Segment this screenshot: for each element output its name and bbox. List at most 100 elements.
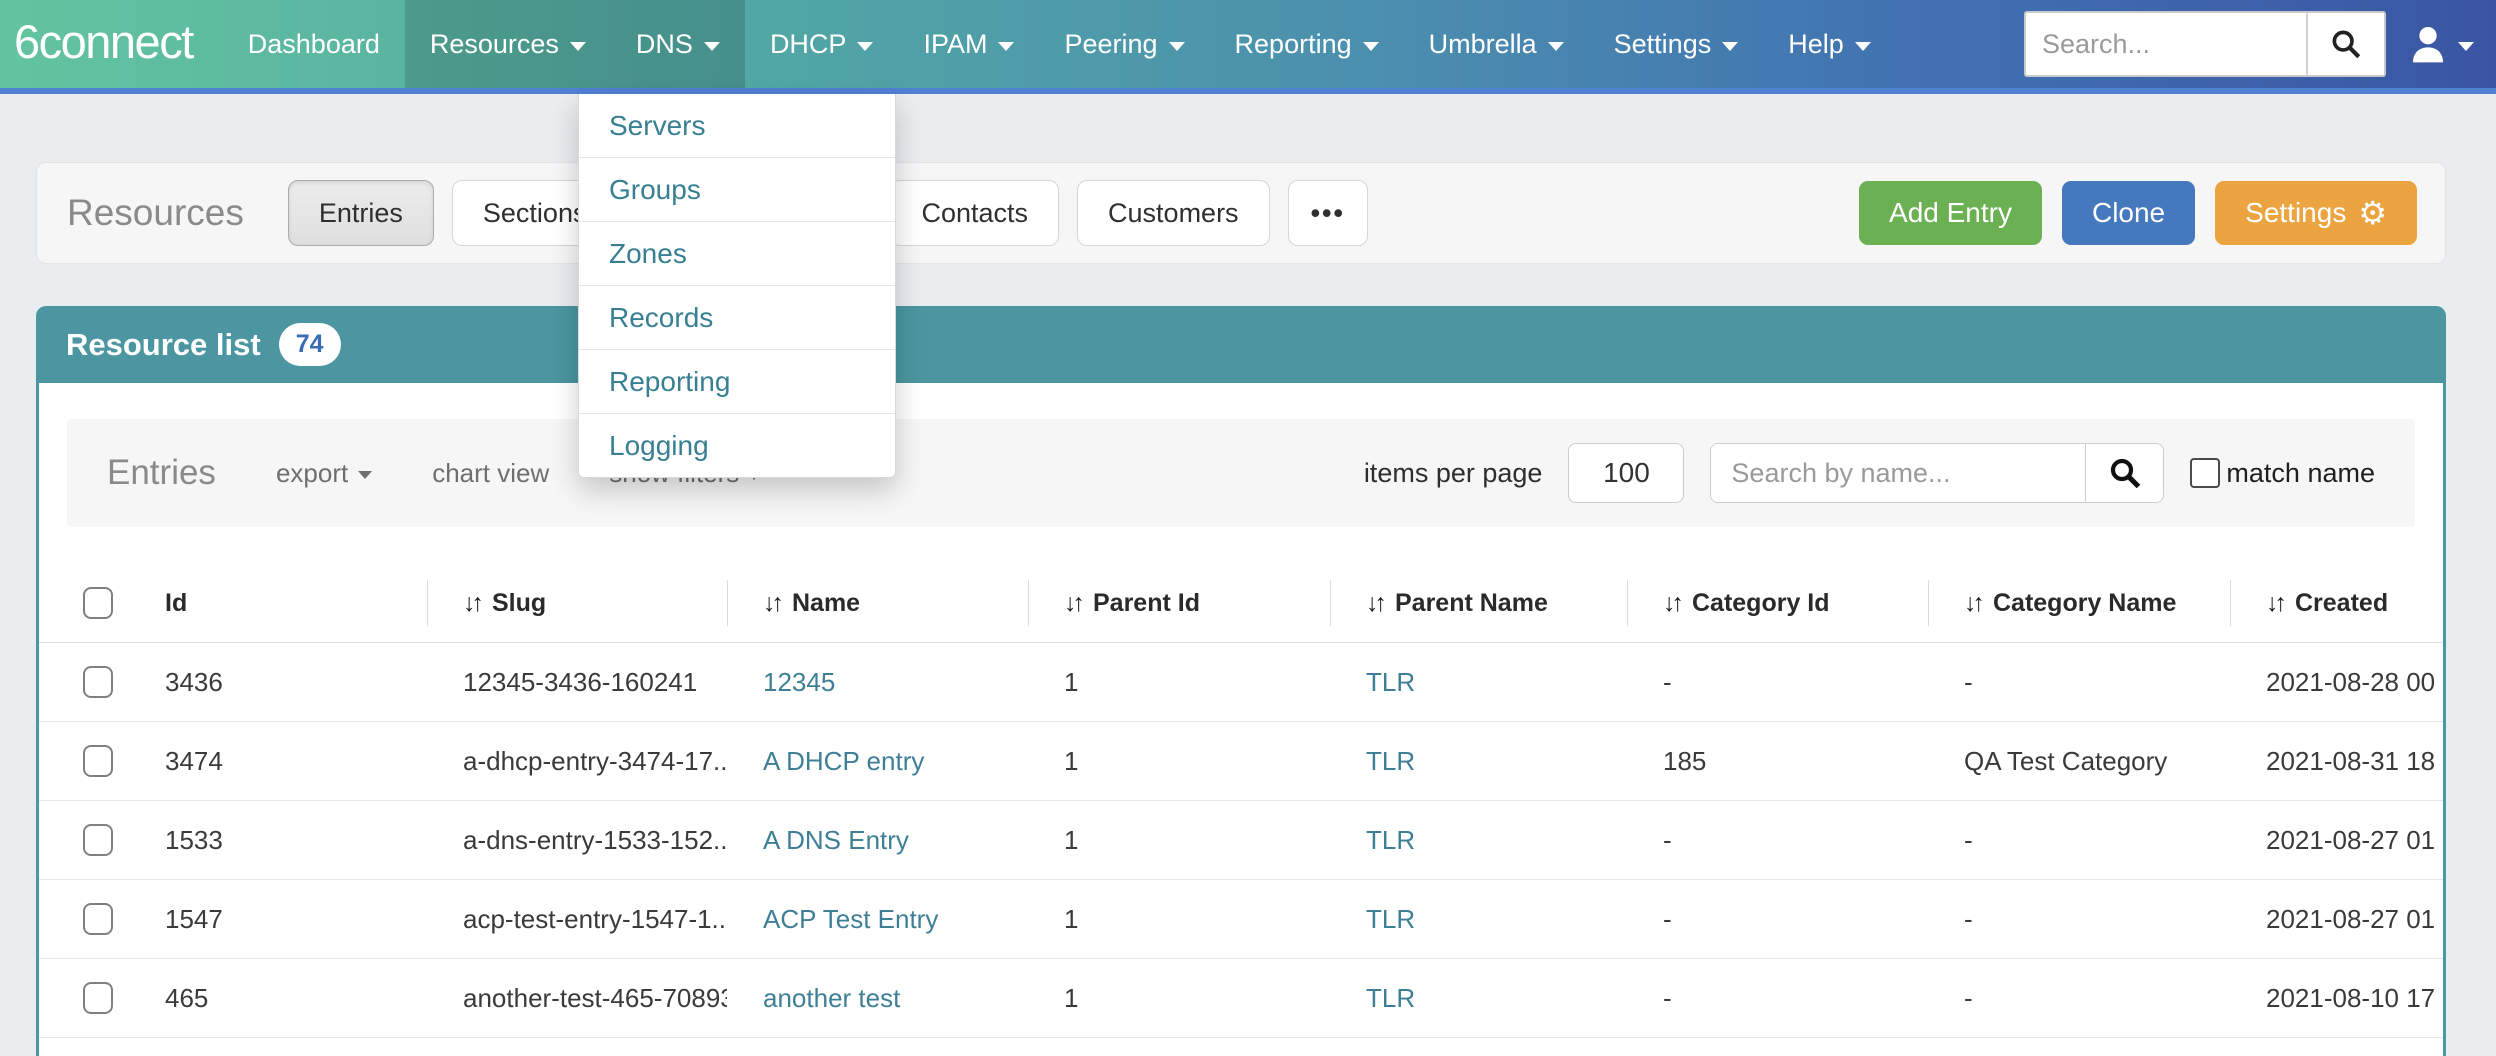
row-checkbox[interactable] <box>83 745 113 777</box>
column-header-parent-name[interactable]: ↓↑Parent Name <box>1330 564 1627 642</box>
cell-name: ACP Test Entry <box>727 880 1028 958</box>
cell-parent-id: 1 <box>1028 722 1330 800</box>
chevron-down-icon <box>1548 42 1564 51</box>
dns-menu-item-servers[interactable]: Servers <box>579 94 895 158</box>
nav-item-settings[interactable]: Settings <box>1589 0 1764 88</box>
cell-parent-id: 1 <box>1028 880 1330 958</box>
dns-menu-item-reporting[interactable]: Reporting <box>579 350 895 414</box>
dns-menu-item-logging[interactable]: Logging <box>579 414 895 477</box>
column-header-created[interactable]: ↓↑Created <box>2230 564 2443 642</box>
chevron-down-icon <box>1722 42 1738 51</box>
cell-category-name: - <box>1928 801 2230 879</box>
dns-menu-item-groups[interactable]: Groups <box>579 158 895 222</box>
parent-name-link[interactable]: TLR <box>1366 667 1415 698</box>
nav-item-label: Peering <box>1064 29 1157 60</box>
chevron-down-icon <box>998 42 1014 51</box>
entries-heading: Entries <box>107 453 216 493</box>
cell-id: 465 <box>149 959 427 1037</box>
cell-parent-id: 1 <box>1028 801 1330 879</box>
column-header-label: Slug <box>492 589 546 618</box>
name-search-input[interactable] <box>1711 444 2085 502</box>
parent-name-link[interactable]: TLR <box>1366 983 1415 1014</box>
toolbar-right: items per page match name <box>1364 443 2375 503</box>
row-checkbox-cell <box>39 722 149 800</box>
column-header-label: Category Id <box>1692 589 1830 618</box>
cell-created: 2021-08-31 18 <box>2230 722 2443 800</box>
header-actions: Add Entry Clone Settings⚙ <box>1859 181 2417 245</box>
cell-slug: another-test-465-70893 <box>427 959 727 1037</box>
sort-icon: ↓↑ <box>1964 589 1981 618</box>
tab-entries[interactable]: Entries <box>288 180 434 246</box>
export-link[interactable]: export <box>276 458 372 489</box>
match-name-checkbox[interactable] <box>2190 458 2220 488</box>
tab-contacts[interactable]: Contacts <box>890 180 1059 246</box>
resource-list-header: Resource list 74 <box>36 306 2446 383</box>
nav-item-ipam[interactable]: IPAM <box>898 0 1039 88</box>
table-header-row: Id↓↑Slug↓↑Name↓↑Parent Id↓↑Parent Name↓↑… <box>39 564 2443 643</box>
tab-customers[interactable]: Customers <box>1077 180 1270 246</box>
table-row: 465another-test-465-70893another test1TL… <box>39 959 2443 1038</box>
items-per-page-input[interactable] <box>1568 443 1684 503</box>
entry-name-link[interactable]: ACP Test Entry <box>763 904 938 935</box>
search-icon <box>2107 455 2143 491</box>
nav-item-label: Settings <box>1614 29 1712 60</box>
entry-name-link[interactable]: A DHCP entry <box>763 746 924 777</box>
clone-button[interactable]: Clone <box>2062 181 2195 245</box>
global-search-button[interactable] <box>2306 13 2384 75</box>
user-menu[interactable] <box>2408 22 2474 66</box>
entry-name-link[interactable]: another test <box>763 983 900 1014</box>
add-entry-button[interactable]: Add Entry <box>1859 181 2042 245</box>
user-icon <box>2408 22 2448 66</box>
entry-name-link[interactable]: 12345 <box>763 667 835 698</box>
nav-item-resources[interactable]: Resources <box>405 0 611 88</box>
column-header-parent-id[interactable]: ↓↑Parent Id <box>1028 564 1330 642</box>
parent-name-link[interactable]: TLR <box>1366 904 1415 935</box>
brand-logo[interactable]: 6connect <box>0 14 223 75</box>
row-checkbox[interactable] <box>83 982 113 1014</box>
column-header-name[interactable]: ↓↑Name <box>727 564 1028 642</box>
dns-menu-item-records[interactable]: Records <box>579 286 895 350</box>
row-checkbox[interactable] <box>83 824 113 856</box>
chart-view-link[interactable]: chart view <box>432 458 549 489</box>
row-checkbox[interactable] <box>83 903 113 935</box>
cell-created: 2021-08-28 00 <box>2230 643 2443 721</box>
nav-item-peering[interactable]: Peering <box>1039 0 1209 88</box>
table-row: 343612345-3436-160241123451TLR--2021-08-… <box>39 643 2443 722</box>
main-nav: Dashboard Resources DNSDHCP IPAM Peering Repo… <box>223 0 1896 88</box>
select-all-checkbox[interactable] <box>83 587 113 619</box>
tab-more[interactable]: ••• <box>1288 180 1368 246</box>
nav-item-dashboard[interactable]: Dashboard <box>223 0 405 88</box>
chevron-down-icon <box>704 42 720 51</box>
cell-name: A DHCP entry <box>727 722 1028 800</box>
column-header-category-id[interactable]: ↓↑Category Id <box>1627 564 1928 642</box>
column-header-category-name[interactable]: ↓↑Category Name <box>1928 564 2230 642</box>
cell-category-id: 185 <box>1627 722 1928 800</box>
nav-item-label: Resources <box>430 29 559 60</box>
entry-name-link[interactable]: A DNS Entry <box>763 825 909 856</box>
nav-item-help[interactable]: Help <box>1763 0 1896 88</box>
cell-id: 3436 <box>149 643 427 721</box>
column-header-label: Created <box>2295 589 2388 618</box>
top-navbar: 6connect Dashboard Resources DNSDHCP IPAM Pe… <box>0 0 2496 94</box>
table-row: 1547acp-test-entry-1547-1...ACP Test Ent… <box>39 880 2443 959</box>
dns-menu-item-zones[interactable]: Zones <box>579 222 895 286</box>
parent-name-link[interactable]: TLR <box>1366 825 1415 856</box>
cell-parent-id: 1 <box>1028 643 1330 721</box>
settings-button[interactable]: Settings⚙ <box>2215 181 2417 245</box>
dns-dropdown-menu: ServersGroupsZonesRecordsReportingLoggin… <box>578 94 896 478</box>
name-search-button[interactable] <box>2085 444 2163 502</box>
parent-name-link[interactable]: TLR <box>1366 746 1415 777</box>
row-checkbox[interactable] <box>83 666 113 698</box>
global-search-input[interactable] <box>2026 13 2306 75</box>
nav-item-label: IPAM <box>923 29 987 60</box>
nav-item-dhcp[interactable]: DHCP <box>745 0 899 88</box>
chevron-down-icon <box>570 42 586 51</box>
nav-item-reporting[interactable]: Reporting <box>1210 0 1404 88</box>
cell-slug: 12345-3436-160241 <box>427 643 727 721</box>
nav-item-umbrella[interactable]: Umbrella <box>1404 0 1589 88</box>
chevron-down-icon <box>1855 42 1871 51</box>
table-header-checkbox-cell <box>39 564 149 642</box>
nav-item-dns[interactable]: DNS <box>611 0 745 88</box>
column-header-slug[interactable]: ↓↑Slug <box>427 564 727 642</box>
export-caret-icon <box>358 471 372 479</box>
